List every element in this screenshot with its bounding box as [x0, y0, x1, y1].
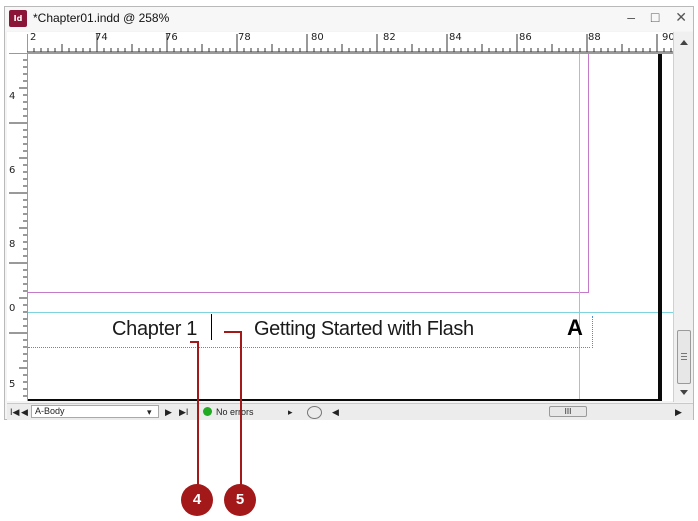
callout-leader-line [190, 341, 199, 343]
window-title: *Chapter01.indd @ 258% [33, 11, 170, 25]
ruler-label: 82 [383, 32, 396, 43]
chapter-title-text[interactable]: Getting Started with Flash [254, 318, 474, 341]
vertical-scroll-thumb[interactable] [677, 330, 691, 384]
maximize-button[interactable]: □ [651, 9, 659, 25]
page-edge [658, 54, 662, 401]
horizontal-ruler[interactable]: 2 74 76 78 80 82 84 86 88 90 [27, 32, 673, 54]
horizontal-scroll-thumb[interactable]: III [549, 406, 587, 417]
chapter-label-text[interactable]: Chapter 1 [112, 318, 197, 341]
last-page-button[interactable]: ▶I [179, 406, 188, 418]
scroll-right-button[interactable]: ▶ [675, 406, 682, 418]
page-edge [28, 399, 662, 401]
ruler-label: 0 [9, 303, 16, 314]
close-button[interactable]: ✕ [675, 9, 687, 26]
window-controls: – □ ✕ [615, 9, 687, 26]
callout-leader-line [240, 331, 242, 488]
ruler-label: 5 [9, 379, 16, 390]
vertical-scrollbar[interactable] [673, 32, 693, 402]
minimize-button[interactable]: – [627, 9, 635, 25]
scroll-down-arrow-icon[interactable] [680, 390, 688, 395]
next-page-button[interactable]: ▶ [165, 406, 172, 418]
vertical-ruler[interactable]: 4 6 8 0 5 [7, 53, 28, 401]
grip-icon: III [564, 407, 572, 416]
document-canvas[interactable]: Chapter 1 Getting Started with Flash A [28, 54, 673, 401]
ruler-label: 2 [30, 32, 37, 43]
ruler-origin[interactable] [7, 32, 28, 54]
ruler-label: 78 [238, 32, 251, 43]
first-page-button[interactable]: I◀ [10, 406, 19, 418]
margin-guide [588, 54, 589, 292]
section-letter[interactable]: A [567, 315, 583, 341]
ruler-label: 6 [9, 165, 16, 176]
callout-leader-line [224, 331, 242, 333]
page-dropdown-icon[interactable]: ▾ [147, 406, 152, 418]
title-bar[interactable]: Id *Chapter01.indd @ 258% – □ ✕ [5, 7, 693, 31]
ruler-label: 84 [449, 32, 462, 43]
ruler-label: 74 [95, 32, 108, 43]
ruler-label: 86 [519, 32, 532, 43]
open-file-icon[interactable] [307, 406, 322, 419]
preflight-menu-button[interactable]: ▸ [288, 406, 293, 418]
indesign-app-icon: Id [9, 10, 27, 27]
ruler-label: 4 [9, 91, 16, 102]
callout-leader-line [197, 341, 199, 488]
ruler-label: 90 [662, 32, 673, 43]
text-frame-edge [28, 347, 590, 348]
horizontal-ruler-ticks [27, 34, 673, 53]
vertical-ruler-ticks [9, 53, 27, 397]
document-window: Id *Chapter01.indd @ 258% – □ ✕ 2 74 76 … [4, 6, 694, 420]
margin-guide [28, 292, 589, 293]
ruler-label: 88 [588, 32, 601, 43]
ruler-label: 80 [311, 32, 324, 43]
scroll-left-button[interactable]: ◀ [332, 406, 339, 418]
text-cursor [211, 314, 212, 340]
page-number-field[interactable]: A-Body [31, 405, 159, 418]
ruler-label: 8 [9, 239, 16, 250]
preflight-status-text[interactable]: No errors [216, 406, 254, 418]
ruler-label: 76 [165, 32, 178, 43]
status-bar: I◀ ◀ A-Body ▾ ▶ ▶I No errors ▸ ◀ III ▶ [7, 403, 693, 420]
scroll-up-arrow-icon[interactable] [680, 40, 688, 45]
page-number-value: A-Body [35, 406, 65, 416]
grip-icon [681, 353, 687, 361]
preflight-status-icon [203, 407, 212, 416]
previous-page-button[interactable]: ◀ [21, 406, 28, 418]
ruler-guide[interactable] [28, 312, 673, 313]
callout-badge: 4 [181, 484, 213, 516]
callout-badge: 5 [224, 484, 256, 516]
text-frame-edge [592, 316, 593, 348]
